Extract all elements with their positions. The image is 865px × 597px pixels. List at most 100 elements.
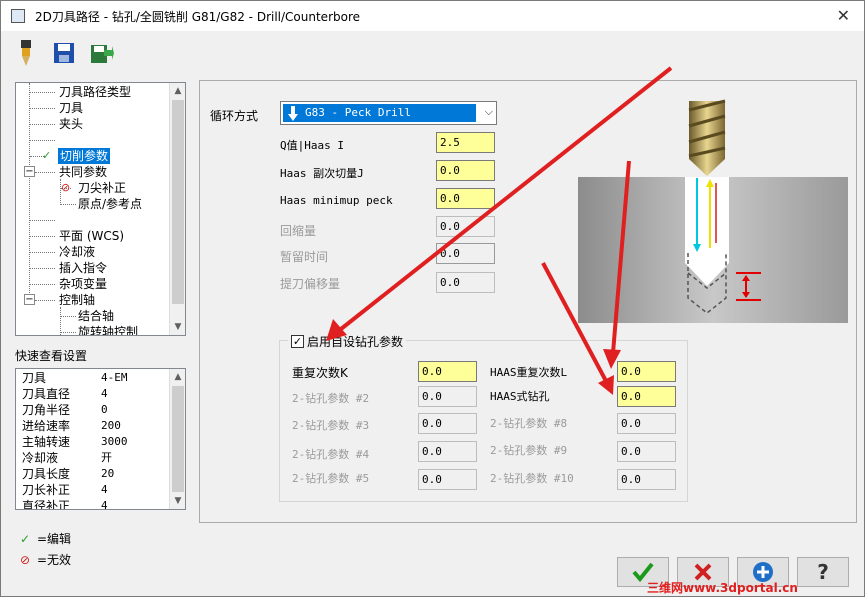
scroll-up-icon[interactable]: ▲	[170, 83, 185, 99]
qs-value: 4	[101, 499, 108, 510]
list-item: 刀具直径 4	[22, 386, 108, 402]
tree-item-origin-ref[interactable]: 原点/参考点	[78, 196, 142, 212]
parameter-tree: 刀具路径类型 刀具 夹头 ✓ 切削参数 − 共同参数 ⊘ 刀尖补正 原点/参考点…	[15, 82, 186, 336]
tree-item-tool[interactable]: 刀具	[59, 100, 83, 116]
invalid-icon: ⊘	[19, 552, 31, 567]
tree-item-cut-params[interactable]: 切削参数	[58, 148, 111, 164]
tree-item-common-params[interactable]: 共同参数	[59, 164, 107, 180]
invalid-icon: ⊘	[61, 181, 71, 194]
cycle-selected-value: G83 - Peck Drill	[283, 104, 476, 122]
qs-key: 刀角半径	[22, 403, 71, 417]
cycle-value-text: G83 - Peck Drill	[305, 106, 411, 119]
tree-item-plane[interactable]: 平面 (WCS)	[59, 228, 124, 244]
tree-item-toolpath-type[interactable]: 刀具路径类型	[59, 84, 131, 100]
export-icon[interactable]	[89, 40, 115, 66]
field-label: 2-钻孔参数 #4	[292, 448, 370, 461]
scroll-thumb[interactable]	[172, 100, 184, 304]
field-label: 2-钻孔参数 #3	[292, 419, 370, 432]
field-label: 回缩量	[280, 224, 317, 238]
drill-param-2-input[interactable]: 0.0	[418, 386, 477, 407]
legend-invalid-label: =无效	[37, 553, 72, 567]
qs-key: 直径补正	[22, 499, 71, 510]
tree-item-misc-vars[interactable]: 杂项变量	[59, 276, 107, 292]
list-item: 刀具长度 20	[22, 466, 114, 482]
legend-invalid: ⊘ =无效	[17, 551, 71, 568]
field-label: 暂留时间	[280, 250, 329, 264]
qs-value: 4	[101, 387, 108, 400]
drill-param-5-input[interactable]: 0.0	[418, 469, 477, 490]
field-label: 2-钻孔参数 #2	[292, 392, 370, 405]
qs-key: 刀长补正	[22, 483, 71, 497]
drill-param-8-input[interactable]: 0.0	[617, 413, 676, 434]
list-item: 进给速率 200	[22, 418, 121, 434]
cycle-label: 循环方式	[210, 109, 259, 123]
cycle-select[interactable]: G83 - Peck Drill ⌵	[280, 101, 497, 125]
drill-param-3-input[interactable]: 0.0	[418, 413, 477, 434]
legend-edit: ✓ =编辑	[17, 530, 71, 547]
collapse-icon[interactable]: −	[24, 294, 35, 305]
scroll-down-icon[interactable]: ▼	[170, 493, 185, 509]
tree-scrollbar[interactable]: ▲ ▼	[169, 83, 185, 335]
quick-settings-list: 刀具 4-EM 刀具直径 4 刀角半径 0 进给速率 200 主轴转速 3000 冷却液 开…	[15, 368, 186, 510]
qs-value: 4-EM	[101, 371, 128, 384]
qs-value: 3000	[101, 435, 128, 448]
qs-value: 200	[101, 419, 121, 432]
tree-item-insert-cmd[interactable]: 插入指令	[59, 260, 107, 276]
qs-value: 开	[101, 451, 112, 464]
list-item: 主轴转速 3000	[22, 434, 128, 450]
list-item: 刀角半径 0	[22, 402, 108, 418]
field-label: HAAS式钻孔	[490, 390, 550, 403]
quick-settings-title: 快速查看设置	[15, 349, 88, 363]
qs-key: 刀具	[22, 371, 47, 385]
tree-item-tip-comp[interactable]: 刀尖补正	[78, 180, 126, 196]
drill-param-4-input[interactable]: 0.0	[418, 441, 477, 462]
tree-item-axis-combo[interactable]: 结合轴	[78, 308, 114, 324]
qs-value: 20	[101, 467, 115, 480]
save-icon[interactable]	[51, 40, 77, 66]
tree-item-rotary-axis[interactable]: 旋转轴控制	[78, 324, 138, 335]
tool-icon[interactable]	[13, 40, 39, 66]
drill-param-9-input[interactable]: 0.0	[617, 441, 676, 462]
qs-value: 0	[101, 403, 108, 416]
check-icon: ✓	[19, 531, 31, 546]
legend-edit-label: =编辑	[37, 532, 72, 546]
haas-repeat-l-input[interactable]: 0.0	[617, 361, 676, 382]
scroll-up-icon[interactable]: ▲	[170, 369, 185, 385]
tree-item-coolant[interactable]: 冷却液	[59, 244, 95, 260]
checkbox-checked-icon[interactable]: ✓	[291, 335, 304, 348]
field-label: 2-钻孔参数 #9	[490, 444, 568, 457]
q-value-input[interactable]: 2.5	[436, 132, 495, 153]
qs-value: 4	[101, 483, 108, 496]
field-label: Haas minimup peck	[280, 194, 393, 207]
haas-min-peck-input[interactable]: 0.0	[436, 188, 495, 209]
scroll-thumb[interactable]	[172, 386, 184, 492]
custom-params-checkbox[interactable]: ✓ 启用自设钻孔参数	[288, 333, 407, 350]
tree-item-holder[interactable]: 夹头	[59, 116, 83, 132]
dialog-window: 2D刀具路径 - 钻孔/全圆铣削 G81/G82 - Drill/Counter…	[0, 0, 865, 597]
collapse-icon[interactable]: −	[24, 166, 35, 177]
field-label: 2-钻孔参数 #8	[490, 417, 568, 430]
qs-key: 进给速率	[22, 419, 71, 433]
field-label: Haas 副次切量J	[280, 167, 364, 180]
field-label: 2-钻孔参数 #10	[490, 472, 574, 485]
haas-drill-input[interactable]: 0.0	[617, 386, 676, 407]
close-button[interactable]: ✕	[837, 6, 850, 25]
retract-input[interactable]: 0.0	[436, 216, 495, 237]
repeat-k-input[interactable]: 0.0	[418, 361, 477, 382]
window-title: 2D刀具路径 - 钻孔/全圆铣削 G81/G82 - Drill/Counter…	[35, 9, 361, 24]
shift-input[interactable]: 0.0	[436, 272, 495, 293]
custom-params-label: 启用自设钻孔参数	[307, 335, 404, 349]
toolbar	[1, 31, 864, 75]
check-icon: ✓	[42, 149, 52, 162]
field-label: 提刀偏移量	[280, 277, 341, 291]
quick-settings-scrollbar[interactable]: ▲ ▼	[169, 369, 185, 509]
drill-illustration	[578, 99, 848, 323]
help-button[interactable]: ?	[797, 557, 849, 587]
haas-j-input[interactable]: 0.0	[436, 160, 495, 181]
tree-item-axis-control[interactable]: 控制轴	[59, 292, 95, 308]
chevron-down-icon[interactable]: ⌵	[485, 105, 493, 119]
dwell-input[interactable]: 0.0	[436, 243, 495, 264]
drill-param-10-input[interactable]: 0.0	[617, 469, 676, 490]
field-label: 2-钻孔参数 #5	[292, 472, 370, 485]
scroll-down-icon[interactable]: ▼	[170, 319, 185, 335]
